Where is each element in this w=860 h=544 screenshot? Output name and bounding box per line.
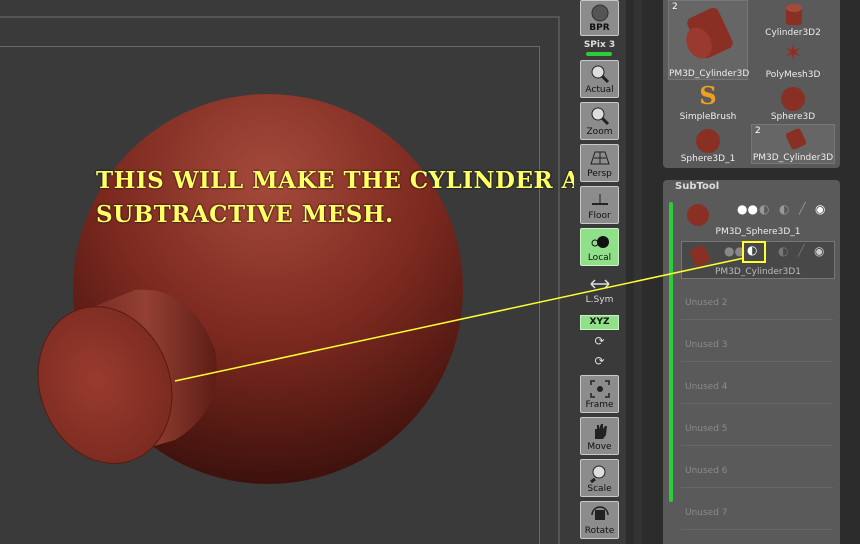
tool-count: 2 [755,126,761,136]
subtool-panel: SubTool ●● ◐ ◐ ╱ ◉ PM3D_Sphere3D_1 ●● ◐ … [663,180,840,544]
perspective-grid-icon [589,148,611,168]
canvas-viewport[interactable]: THIS WILL MAKE THE CYLINDER A SUBTRACTIVE… [0,0,574,544]
lsym-button[interactable]: L.Sym [580,270,619,308]
magnifier-icon [589,64,611,84]
merge-icon[interactable]: ◐ [778,244,788,258]
sphere-icon [781,87,805,111]
actual-label: Actual [585,85,614,95]
local-label: Local [587,253,612,263]
tool-label: Sphere3D_1 [680,154,736,164]
zoom-button[interactable]: Zoom [580,102,619,140]
subtract-mode-icon: ◐ [747,243,758,257]
bpr-icon [589,3,611,23]
tool-label: PolyMesh3D [765,70,821,80]
floor-button[interactable]: Floor [580,186,619,224]
tool-item-pm3d-cylinder3d-2[interactable]: 2 PM3D_Cylinder3D [751,124,835,164]
spix-slider[interactable]: SPix 3 [580,40,619,50]
rotate-icon [589,505,611,525]
annotation-line1: THIS WILL MAKE THE CYLINDER A [96,167,574,194]
cylinder-icon [786,4,802,25]
scale-magnifier-icon [589,463,611,484]
move-button[interactable]: Move [580,417,619,455]
3d-scene [37,94,463,484]
tool-item-pm3d-cylinder3d[interactable]: 2 PM3D_Cylinder3D [668,0,750,80]
subtool-slot-unused[interactable]: Unused 2 [681,282,833,320]
tool-label: Cylinder3D2 [765,28,821,38]
spix-slider-track[interactable] [586,52,612,56]
floor-icon [589,190,611,210]
tool-label: Sphere3D [770,112,816,122]
tool-item-polymesh3d[interactable]: ✶ PolyMesh3D [753,41,833,81]
move-label: Move [587,442,612,452]
subtool-slot-unused[interactable]: Unused 4 [681,366,833,404]
tool-item-sphere3d[interactable]: Sphere3D [753,84,833,122]
cylinder-thumbnail-icon [785,128,807,150]
tool-label: SimpleBrush [679,112,737,122]
subtool-title: SubTool [675,181,720,192]
lsym-label: L.Sym [585,295,614,305]
rotate-y-icon[interactable]: ⟳ [580,334,619,348]
local-icon [589,232,611,252]
rotate-label: Rotate [584,526,615,536]
visibility-dots-icon[interactable]: ●● [737,202,758,216]
eye-icon[interactable]: ◉ [815,202,825,216]
merge-icon[interactable]: ◐ [779,202,789,216]
subtract-mode-icon[interactable]: ◐ [759,202,769,216]
subtract-toggle-highlight[interactable]: ◐ [742,241,766,263]
subtool-item-sphere[interactable]: ●● ◐ ◐ ╱ ◉ PM3D_Sphere3D_1 [681,200,835,238]
bpr-button[interactable]: BPR [580,0,619,36]
subtool-slot-unused[interactable]: Unused 6 [681,450,833,488]
subtool-slot-unused[interactable]: Unused 5 [681,408,833,446]
brush-icon[interactable]: ╱ [798,244,805,257]
frame-label: Frame [585,400,614,410]
sphere-icon [696,129,720,153]
zoom-icon [589,106,611,126]
floor-label: Floor [588,211,611,221]
panel-gutter [626,0,660,544]
tool-item-cylinder3d2[interactable]: Cylinder3D2 [753,0,833,38]
cylinder-thumbnail-icon [686,7,733,59]
actual-button[interactable]: Actual [580,60,619,98]
persp-label: Persp [587,169,612,179]
right-shelf: BPR SPix 3 Actual Zoom Persp Floor Local… [574,0,626,544]
xyz-rotation-button[interactable]: XYZ [580,315,619,330]
right-tray: 2 PM3D_Cylinder3D Cylinder3D2 ✶ PolyMesh… [660,0,860,544]
sphere-thumbnail-icon [687,204,709,226]
simplebrush-icon: S [699,81,717,110]
brush-icon[interactable]: ╱ [799,202,806,215]
tool-item-simplebrush[interactable]: S SimpleBrush [668,81,748,123]
eye-icon[interactable]: ◉ [814,244,824,258]
subtool-slot-unused[interactable]: Unused 3 [681,324,833,362]
frame-icon [589,379,611,399]
rotate-button[interactable]: Rotate [580,501,619,539]
hand-icon [589,421,611,441]
gutter-strip [634,0,642,544]
subtool-name: PM3D_Cylinder3D1 [715,267,801,277]
frame-button[interactable]: Frame [580,375,619,413]
rotate-z-icon[interactable]: ⟳ [580,354,619,368]
tool-palette: 2 PM3D_Cylinder3D Cylinder3D2 ✶ PolyMesh… [663,0,840,168]
bpr-label: BPR [589,23,610,33]
subtool-name: PM3D_Sphere3D_1 [715,227,801,237]
scale-label: Scale [587,484,612,494]
tool-label: PM3D_Cylinder3D [752,153,834,163]
subtool-item-cylinder[interactable]: ●● ◐ ◐ ╱ ◉ PM3D_Cylinder3D1 [681,241,835,279]
tool-item-sphere3d-1[interactable]: Sphere3D_1 [668,126,748,164]
persp-button[interactable]: Persp [580,144,619,182]
annotation-line2: SUBTRACTIVE MESH. [96,201,394,228]
zoom-label: Zoom [586,127,613,137]
star-mesh-icon: ✶ [783,41,803,66]
subtool-slot-unused[interactable]: Unused 7 [681,492,833,530]
tool-label: PM3D_Cylinder3D [669,69,750,79]
local-button[interactable]: Local [580,228,619,266]
subtool-scrollbar[interactable] [669,202,673,502]
tool-count: 2 [672,2,678,12]
scale-button[interactable]: Scale [580,459,619,497]
annotation-text: THIS WILL MAKE THE CYLINDER A SUBTRACTIVE… [96,164,574,232]
symmetry-arrows-icon [589,274,611,294]
